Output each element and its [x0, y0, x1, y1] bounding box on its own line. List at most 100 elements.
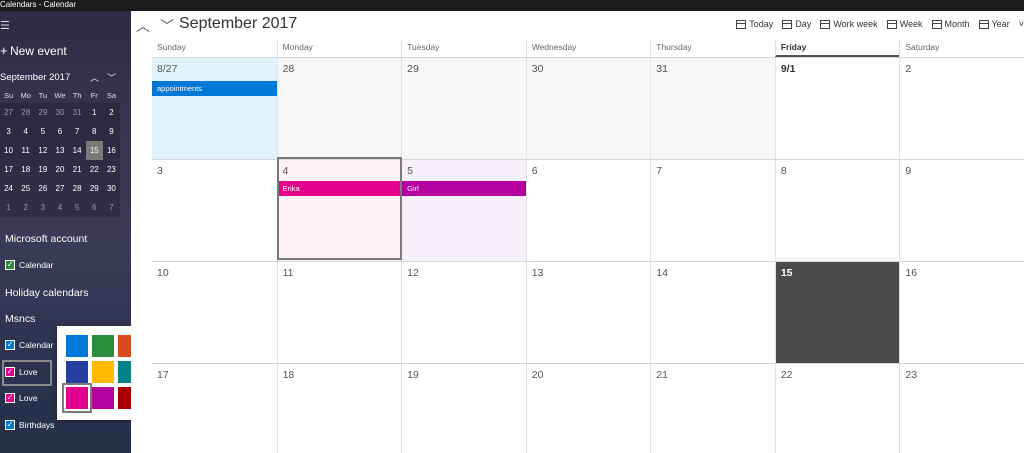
calendar-day[interactable]: 28 [276, 58, 402, 159]
checkbox-icon[interactable]: ✓ [5, 260, 15, 270]
calendar-day[interactable]: 12 [401, 262, 526, 363]
calendar-day[interactable]: 21 [650, 364, 775, 453]
calendar-day[interactable]: 20 [525, 364, 651, 453]
mini-day[interactable]: 6 [86, 198, 103, 217]
mini-day[interactable]: 17 [0, 160, 17, 179]
calendar-day[interactable]: 14 [650, 262, 775, 363]
calendar-toggle-love-1[interactable]: ✓ Love [5, 367, 37, 377]
color-swatch[interactable] [92, 335, 114, 357]
calendar-day[interactable]: 5 Girl [401, 160, 526, 261]
calendar-day[interactable]: 8/27 appointments [152, 58, 277, 159]
checkbox-icon[interactable]: ✓ [5, 393, 15, 403]
mini-day[interactable]: 29 [34, 103, 51, 122]
color-swatch[interactable] [66, 361, 88, 383]
mini-day[interactable]: 20 [51, 160, 68, 179]
work-week-view-button[interactable]: Work week [820, 19, 878, 29]
chevron-up-icon[interactable]: ︿ [90, 71, 99, 84]
msncs-heading[interactable]: Msncs [5, 313, 35, 325]
month-view-button[interactable]: Month [931, 19, 970, 29]
mini-day[interactable]: 13 [51, 141, 68, 160]
mini-day[interactable]: 2 [103, 103, 120, 122]
calendar-day[interactable]: 30 [525, 58, 651, 159]
day-view-button[interactable]: Day [782, 19, 811, 29]
calendar-day[interactable]: 22 [774, 364, 900, 453]
microsoft-account-heading[interactable]: Microsoft account [5, 233, 87, 245]
mini-day[interactable]: 2 [17, 198, 34, 217]
calendar-day[interactable]: 13 [525, 262, 651, 363]
mini-day[interactable]: 5 [69, 198, 86, 217]
mini-day[interactable]: 26 [34, 179, 51, 198]
event-erika[interactable]: Erika [277, 181, 402, 196]
mini-day[interactable]: 27 [0, 103, 17, 122]
mini-day[interactable]: 4 [51, 198, 68, 217]
week-view-button[interactable]: Week [886, 19, 923, 29]
calendar-day[interactable]: 11 [276, 262, 402, 363]
next-month-icon[interactable]: ﹀ [160, 16, 174, 36]
calendar-day[interactable]: 23 [899, 364, 1024, 453]
holiday-calendars-heading[interactable]: Holiday calendars [5, 287, 88, 299]
calendar-toggle-love-2[interactable]: ✓ Love [5, 393, 37, 403]
color-swatch[interactable] [62, 383, 92, 413]
calendar-day[interactable]: 10 [152, 262, 277, 363]
more-options-icon[interactable]: ˅ [1019, 19, 1024, 29]
event-girl[interactable]: Girl [402, 181, 526, 196]
calendar-day[interactable]: 8 [774, 160, 900, 261]
calendar-day[interactable]: 15 [774, 262, 900, 363]
mini-day[interactable]: 9 [103, 122, 120, 141]
mini-day[interactable]: 7 [103, 198, 120, 217]
checkbox-icon[interactable]: ✓ [5, 420, 15, 430]
calendar-day[interactable]: 17 [152, 364, 277, 453]
mini-day[interactable]: 30 [103, 179, 120, 198]
today-button[interactable]: Today [736, 19, 773, 29]
calendar-day[interactable]: 9/1 [774, 58, 900, 159]
year-view-button[interactable]: Year [978, 19, 1010, 29]
color-swatch[interactable] [66, 335, 88, 357]
calendar-day[interactable]: 29 [401, 58, 526, 159]
mini-day[interactable]: 23 [103, 160, 120, 179]
mini-day[interactable]: 31 [69, 103, 86, 122]
calendar-day[interactable]: 31 [650, 58, 775, 159]
previous-month-icon[interactable]: ︿ [136, 16, 150, 36]
checkbox-icon[interactable]: ✓ [5, 340, 15, 350]
new-event-button[interactable]: + New event [0, 43, 67, 58]
mini-day[interactable]: 18 [17, 160, 34, 179]
color-swatch[interactable] [92, 387, 114, 409]
mini-day[interactable]: 8 [86, 122, 103, 141]
mini-day[interactable]: 14 [69, 141, 86, 160]
mini-day[interactable]: 22 [86, 160, 103, 179]
mini-day[interactable]: 15 [85, 141, 103, 160]
calendar-toggle-msncs-calendar[interactable]: ✓ Calendar [5, 340, 54, 350]
mini-day[interactable]: 5 [34, 122, 51, 141]
mini-calendar-month[interactable]: September 2017 [0, 72, 70, 83]
calendar-day[interactable]: 4 Erika [276, 160, 402, 261]
calendar-day[interactable]: 3 [152, 160, 277, 261]
mini-day[interactable]: 21 [69, 160, 86, 179]
event-appointments[interactable]: appointments [152, 81, 277, 96]
mini-day[interactable]: 12 [34, 141, 51, 160]
mini-day[interactable]: 19 [34, 160, 51, 179]
mini-day[interactable]: 30 [51, 103, 68, 122]
mini-day[interactable]: 28 [69, 179, 86, 198]
mini-day[interactable]: 1 [0, 198, 17, 217]
mini-day[interactable]: 11 [17, 141, 34, 160]
hamburger-icon[interactable]: ☰ [0, 19, 10, 32]
mini-day[interactable]: 27 [51, 179, 68, 198]
calendar-day[interactable]: 7 [650, 160, 775, 261]
calendar-day[interactable]: 19 [401, 364, 526, 453]
mini-day[interactable]: 28 [17, 103, 34, 122]
mini-day[interactable]: 3 [0, 122, 17, 141]
calendar-day[interactable]: 9 [899, 160, 1024, 261]
calendar-toggle-birthdays[interactable]: ✓ Birthdays [5, 420, 54, 430]
mini-day[interactable]: 10 [0, 141, 17, 160]
color-swatch[interactable] [92, 361, 114, 383]
mini-day[interactable]: 4 [17, 122, 34, 141]
page-title[interactable]: September 2017 [179, 15, 297, 33]
chevron-down-icon[interactable]: ﹀ [107, 71, 116, 84]
mini-day[interactable]: 1 [86, 103, 103, 122]
mini-day[interactable]: 24 [0, 179, 17, 198]
calendar-day[interactable]: 16 [899, 262, 1024, 363]
mini-day[interactable]: 7 [69, 122, 86, 141]
mini-day[interactable]: 29 [86, 179, 103, 198]
mini-day[interactable]: 25 [17, 179, 34, 198]
checkbox-icon[interactable]: ✓ [5, 367, 15, 377]
